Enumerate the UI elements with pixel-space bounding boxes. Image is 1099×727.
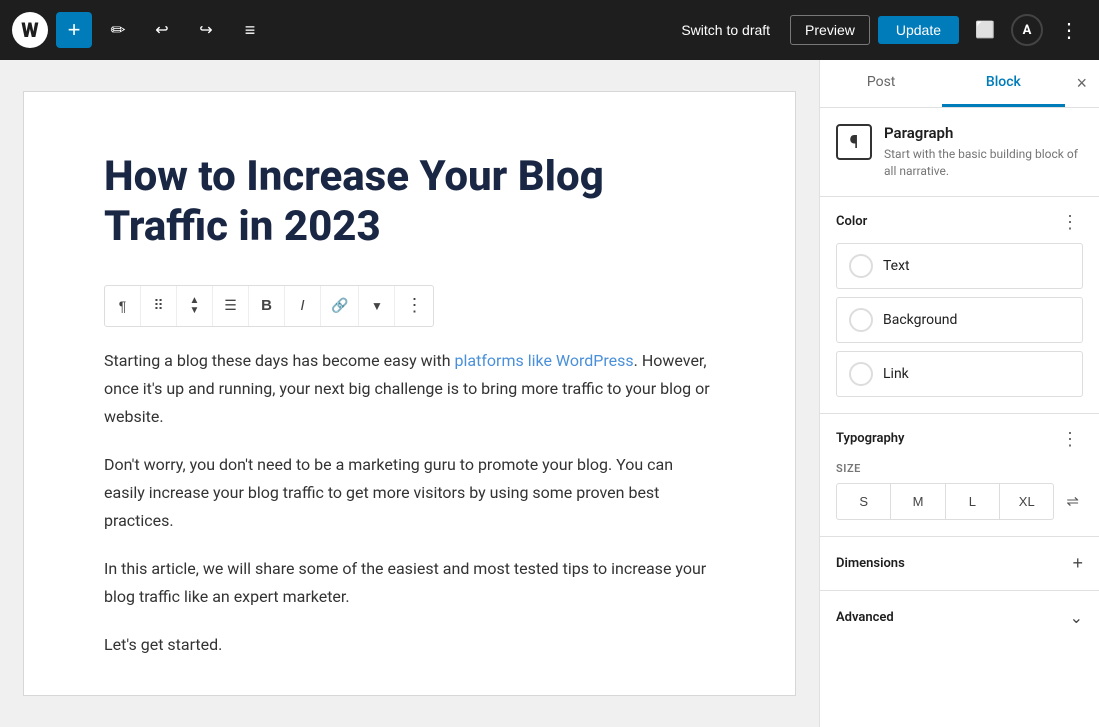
post-body: Starting a blog these days has become ea… <box>104 347 715 659</box>
background-color-label: Background <box>883 312 957 328</box>
dimensions-section-title: Dimensions <box>836 556 905 571</box>
block-description: Start with the basic building block of a… <box>884 146 1083 180</box>
size-buttons-group: S M L XL <box>836 483 1054 520</box>
layout-icon: ⬜ <box>975 20 995 40</box>
block-info-text: Paragraph Start with the basic building … <box>884 124 1083 180</box>
wordpress-logo[interactable]: W <box>12 12 48 48</box>
post-title[interactable]: How to Increase Your Blog Traffic in 202… <box>104 152 715 253</box>
italic-button[interactable]: I <box>285 286 321 326</box>
size-filter-button[interactable]: ⇌ <box>1062 490 1083 512</box>
size-large-button[interactable]: L <box>946 484 1000 519</box>
paragraph-icon: ¶ <box>119 298 127 314</box>
dimensions-header: Dimensions + <box>836 553 1083 574</box>
color-more-button[interactable]: ⋮ <box>1057 213 1083 231</box>
drag-handle-button[interactable]: ⠿ <box>141 286 177 326</box>
size-xlarge-button[interactable]: XL <box>1000 484 1053 519</box>
link-button[interactable]: 🔗 <box>321 286 359 326</box>
typography-header: Typography ⋮ <box>836 430 1083 448</box>
chevron-down-icon: ⌄ <box>1070 610 1083 627</box>
color-link-option[interactable]: Link <box>836 351 1083 397</box>
editor-area: How to Increase Your Blog Traffic in 202… <box>0 60 819 727</box>
drag-icon: ⠿ <box>153 297 163 314</box>
wordpress-link[interactable]: platforms like WordPress <box>455 351 634 370</box>
toolbar-right: Switch to draft Preview Update ⬜ A ⋮ <box>669 12 1087 48</box>
astra-logo-button[interactable]: A <box>1011 14 1043 46</box>
link-icon: 🔗 <box>331 297 348 314</box>
typography-more-button[interactable]: ⋮ <box>1057 430 1083 448</box>
move-up-button[interactable]: ▲ ▼ <box>177 286 213 326</box>
list-icon: ≡ <box>245 20 256 41</box>
undo-icon: ↩ <box>155 20 168 40</box>
redo-icon: ↪ <box>199 20 212 40</box>
color-section-title: Color <box>836 214 867 229</box>
color-section: Color ⋮ Text Background Link <box>820 197 1099 414</box>
dimensions-section: Dimensions + <box>820 537 1099 591</box>
more-icon: ⋮ <box>1059 18 1079 43</box>
typography-section: Typography ⋮ SIZE S M L XL ⇌ <box>820 414 1099 537</box>
text-color-label: Text <box>883 258 910 274</box>
italic-icon: I <box>300 297 304 314</box>
color-background-option[interactable]: Background <box>836 297 1083 343</box>
undo-button[interactable]: ↩ <box>144 12 180 48</box>
astra-letter: A <box>1023 23 1032 38</box>
paragraph-3[interactable]: In this article, we will share some of t… <box>104 555 715 611</box>
size-label: SIZE <box>836 462 1083 475</box>
update-button[interactable]: Update <box>878 16 959 44</box>
switch-to-draft-button[interactable]: Switch to draft <box>669 16 782 44</box>
bold-button[interactable]: B <box>249 286 285 326</box>
paragraph-1[interactable]: Starting a blog these days has become ea… <box>104 347 715 431</box>
edit-button[interactable]: ✏ <box>100 12 136 48</box>
sidebar-close-button[interactable]: × <box>1065 65 1099 102</box>
typography-section-title: Typography <box>836 431 905 446</box>
pencil-icon: ✏ <box>110 20 125 41</box>
size-small-button[interactable]: S <box>837 484 891 519</box>
paragraph-4[interactable]: Let's get started. <box>104 631 715 659</box>
list-view-button[interactable]: ≡ <box>232 12 268 48</box>
main-area: How to Increase Your Blog Traffic in 202… <box>0 60 1099 727</box>
align-icon: ☰ <box>224 297 237 314</box>
block-name-label: Paragraph <box>884 124 1083 142</box>
ellipsis-icon: ⋮ <box>405 295 423 316</box>
link-color-circle <box>849 362 873 386</box>
bold-icon: B <box>261 297 272 314</box>
align-button[interactable]: ☰ <box>213 286 249 326</box>
color-section-header: Color ⋮ <box>836 213 1083 231</box>
advanced-section: Advanced ⌄ <box>820 591 1099 644</box>
advanced-expand-button[interactable]: ⌄ <box>1070 607 1083 628</box>
color-text-option[interactable]: Text <box>836 243 1083 289</box>
advanced-header: Advanced ⌄ <box>836 607 1083 628</box>
add-block-button[interactable]: + <box>56 12 92 48</box>
text-color-circle <box>849 254 873 278</box>
top-toolbar: W + ✏ ↩ ↪ ≡ Switch to draft Preview Upda… <box>0 0 1099 60</box>
size-controls: S M L XL ⇌ <box>836 483 1083 520</box>
link-color-label: Link <box>883 366 909 382</box>
advanced-section-title: Advanced <box>836 610 894 625</box>
size-medium-button[interactable]: M <box>891 484 945 519</box>
more-options-button[interactable]: ⋮ <box>1051 12 1087 48</box>
move-down-icon: ▼ <box>190 306 200 316</box>
tab-block[interactable]: Block <box>942 60 1064 107</box>
preview-button[interactable]: Preview <box>790 15 870 45</box>
block-info: ¶ Paragraph Start with the basic buildin… <box>820 108 1099 197</box>
paragraph-2[interactable]: Don't worry, you don't need to be a mark… <box>104 451 715 535</box>
block-type-icon: ¶ <box>836 124 872 160</box>
more-rich-text-button[interactable]: ▼ <box>359 286 395 326</box>
block-toolbar: ¶ ⠿ ▲ ▼ ☰ B I 🔗 <box>104 285 434 327</box>
block-options-button[interactable]: ⋮ <box>395 286 433 326</box>
background-color-circle <box>849 308 873 332</box>
sidebar-header: Post Block × <box>820 60 1099 108</box>
editor-content: How to Increase Your Blog Traffic in 202… <box>24 92 795 695</box>
tab-post[interactable]: Post <box>820 60 942 107</box>
right-sidebar: Post Block × ¶ Paragraph Start with the … <box>819 60 1099 727</box>
wp-logo-letter: W <box>21 18 38 42</box>
redo-button[interactable]: ↪ <box>188 12 224 48</box>
paragraph-type-button[interactable]: ¶ <box>105 286 141 326</box>
paragraph-block-icon: ¶ <box>850 132 859 153</box>
layout-button[interactable]: ⬜ <box>967 12 1003 48</box>
dimensions-expand-button[interactable]: + <box>1072 553 1083 574</box>
chevron-down-icon: ▼ <box>371 299 383 313</box>
